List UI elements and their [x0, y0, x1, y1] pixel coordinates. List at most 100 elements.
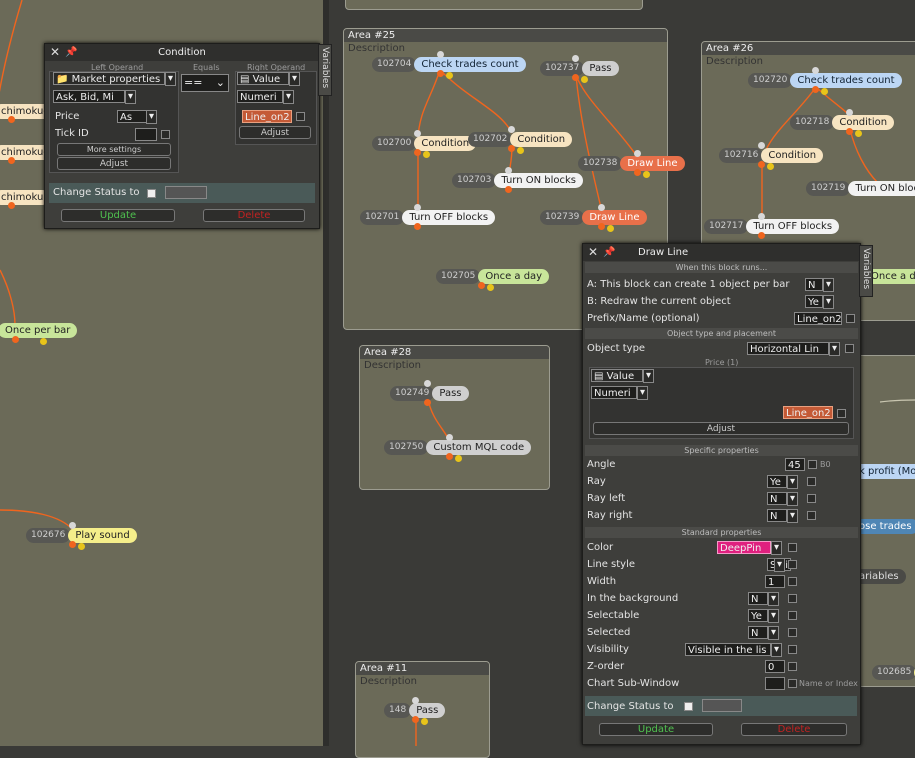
width-checkbox[interactable] — [788, 577, 797, 586]
block-turn-on-blocks[interactable]: 102719 Turn ON blocks — [806, 181, 915, 196]
value-select[interactable]: ▤ Value — [237, 72, 289, 85]
color-checkbox[interactable] — [788, 543, 797, 552]
tick-id-checkbox[interactable] — [161, 130, 170, 139]
ray-select[interactable]: Ye — [767, 475, 787, 488]
block-take-profit-partial[interactable]: k profit (Mo — [852, 464, 915, 479]
angle-checkbox[interactable] — [808, 460, 817, 469]
prefix-checkbox[interactable] — [846, 314, 855, 323]
background-select[interactable]: N — [748, 592, 768, 605]
chevron-down-icon[interactable]: ▾ — [774, 558, 785, 572]
block-condition[interactable]: 102718 Condition — [790, 115, 895, 130]
numeric-select[interactable]: Numeri — [591, 386, 637, 399]
change-status-input[interactable] — [702, 699, 742, 712]
price-select[interactable]: As — [117, 110, 147, 123]
option-b-select[interactable]: Ye — [805, 295, 823, 308]
block-once-a-day[interactable]: 102705 Once a day — [436, 269, 550, 284]
chevron-down-icon[interactable]: ▾ — [283, 90, 294, 104]
chevron-down-icon[interactable]: ▾ — [829, 342, 840, 356]
change-status-checkbox[interactable] — [147, 189, 156, 198]
tick-id-input[interactable] — [135, 128, 157, 141]
prefix-input[interactable]: Line_on2 — [794, 312, 842, 325]
chevron-down-icon[interactable]: ▾ — [289, 72, 300, 86]
update-button[interactable]: Update — [599, 723, 713, 736]
selectable-checkbox[interactable] — [788, 611, 797, 620]
adjust-right-button[interactable]: Adjust — [239, 126, 311, 139]
variable-checkbox[interactable] — [296, 112, 305, 121]
variable-field[interactable]: Line_on2 — [242, 110, 292, 123]
chevron-down-icon[interactable]: ▾ — [787, 509, 798, 523]
color-select[interactable]: DeepPin — [717, 541, 771, 554]
numeric-select[interactable]: Numeri — [237, 90, 283, 103]
background-checkbox[interactable] — [788, 594, 797, 603]
chevron-down-icon[interactable]: ▾ — [146, 110, 157, 124]
object-type-checkbox[interactable] — [845, 344, 854, 353]
area-top-partial[interactable] — [345, 0, 643, 10]
block-condition[interactable]: 102702 Condition — [468, 132, 573, 147]
pin-icon[interactable]: 📌 — [65, 44, 77, 61]
block-partial-102685[interactable]: 102685 — [872, 665, 915, 680]
block-custom-mql-code[interactable]: 102750 Custom MQL code — [384, 440, 532, 455]
pin-icon[interactable]: 📌 — [603, 244, 615, 261]
block-close-trades-partial[interactable]: ose trades — [852, 519, 915, 534]
chevron-down-icon[interactable]: ▾ — [787, 492, 798, 506]
market-properties-select[interactable]: 📁 Market properties — [53, 72, 165, 85]
change-status-checkbox[interactable] — [684, 702, 693, 711]
block-once-per-bar[interactable]: Once per bar — [0, 323, 78, 338]
block-check-trades-count[interactable]: 102704 Check trades count — [372, 57, 526, 72]
block-once-a-day-partial[interactable]: Once a d — [864, 269, 915, 284]
block-check-trades-count[interactable]: 102720 Check trades count — [748, 73, 902, 88]
visibility-select[interactable]: Visible in the lis — [685, 643, 771, 656]
chevron-down-icon[interactable]: ▾ — [771, 643, 782, 657]
close-icon[interactable]: ✕ — [50, 44, 60, 61]
operator-select[interactable]: == ⌄ — [181, 74, 229, 92]
chevron-down-icon[interactable]: ▾ — [643, 369, 654, 383]
delete-button[interactable]: Delete — [203, 209, 305, 222]
variables-tab[interactable]: Variables — [318, 44, 332, 96]
selectable-select[interactable]: Ye — [748, 609, 768, 622]
block-pass[interactable]: 102737 Pass — [540, 61, 619, 76]
block-turn-off-blocks[interactable]: 102701 Turn OFF blocks — [360, 210, 496, 225]
change-status-input[interactable] — [165, 186, 207, 199]
chevron-down-icon[interactable]: ▾ — [768, 626, 779, 640]
block-draw-line[interactable]: 102738 Draw Line — [578, 156, 685, 171]
adjust-left-button[interactable]: Adjust — [57, 157, 171, 170]
block-turn-off-blocks[interactable]: 102717 Turn OFF blocks — [704, 219, 840, 234]
object-type-select[interactable]: Horizontal Lin — [747, 342, 829, 355]
panel-titlebar[interactable]: ✕ 📌 Draw Line — [583, 244, 860, 261]
draw-line-panel[interactable]: ✕ 📌 Draw Line When this block runs... A:… — [582, 243, 861, 745]
ray-checkbox[interactable] — [807, 477, 816, 486]
block-condition[interactable]: 102716 Condition — [719, 148, 824, 163]
chevron-down-icon[interactable]: ▾ — [165, 72, 176, 86]
value-select[interactable]: ▤ Value — [591, 369, 643, 382]
area-28[interactable]: Area #28 Description — [359, 345, 550, 490]
chevron-down-icon[interactable]: ▾ — [787, 475, 798, 489]
condition-panel[interactable]: ✕ 📌 Condition Left Operand Equals Right … — [44, 43, 320, 229]
option-a-select[interactable]: N — [805, 278, 823, 291]
ray-left-checkbox[interactable] — [807, 494, 816, 503]
panel-titlebar[interactable]: ✕ 📌 Condition — [45, 44, 319, 61]
z-order-input[interactable]: 0 — [765, 660, 785, 673]
chart-subwindow-input[interactable] — [765, 677, 785, 690]
close-icon[interactable]: ✕ — [588, 244, 598, 261]
block-variables-partial[interactable]: ariables — [852, 569, 906, 584]
chevron-down-icon[interactable]: ▾ — [768, 592, 779, 606]
chevron-down-icon[interactable]: ▾ — [768, 609, 779, 623]
chevron-down-icon[interactable]: ▾ — [823, 295, 834, 309]
ray-right-select[interactable]: N — [767, 509, 787, 522]
ray-left-select[interactable]: N — [767, 492, 787, 505]
variable-checkbox[interactable] — [837, 409, 846, 418]
width-input[interactable]: 1 — [765, 575, 785, 588]
chevron-down-icon[interactable]: ▾ — [125, 90, 136, 104]
block-play-sound[interactable]: 102676 Play sound — [26, 528, 137, 543]
chart-subwindow-checkbox[interactable] — [788, 679, 797, 688]
selected-select[interactable]: N — [748, 626, 768, 639]
selected-checkbox[interactable] — [788, 628, 797, 637]
z-order-checkbox[interactable] — [788, 662, 797, 671]
chevron-down-icon[interactable]: ▾ — [637, 386, 648, 400]
update-button[interactable]: Update — [61, 209, 175, 222]
block-condition[interactable]: 102700 Condition — [372, 136, 477, 151]
block-turn-on-blocks[interactable]: 102703 Turn ON blocks — [452, 173, 584, 188]
block-draw-line[interactable]: 102739 Draw Line — [540, 210, 647, 225]
more-settings-button[interactable]: More settings — [57, 143, 171, 156]
variable-field[interactable]: Line_on2 — [783, 406, 833, 419]
